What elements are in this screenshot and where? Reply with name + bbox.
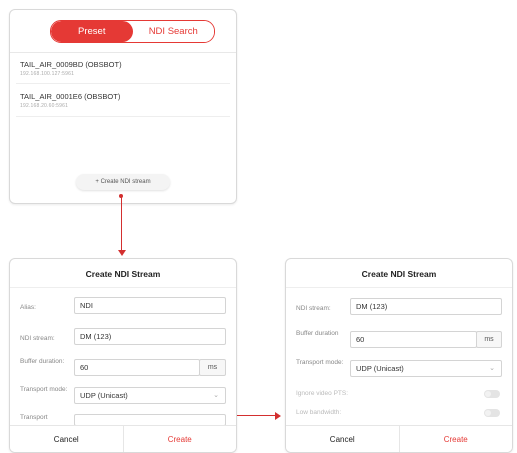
buffer-duration-field[interactable]: 60	[350, 331, 477, 348]
create-ndi-stream-dialog-left: Create NDI Stream Alias: NDI NDI stream:…	[9, 258, 237, 453]
device-item[interactable]: TAIL_AIR_0009BD (OBSBOT) 192.168.100.127…	[20, 60, 122, 77]
divider	[286, 287, 512, 288]
ignore-video-pts-toggle[interactable]	[484, 390, 500, 398]
ndi-stream-field[interactable]: DM (123)	[350, 298, 502, 315]
divider	[16, 83, 230, 84]
alias-label: Alias:	[20, 304, 36, 311]
tab-ndi-search[interactable]: NDI Search	[132, 21, 214, 42]
dialog-footer: Cancel Create	[10, 425, 236, 452]
device-ip: 192.168.20.60:5961	[20, 103, 69, 109]
device-item[interactable]: TAIL_AIR_0001E6 (OBSBOT) 192.168.20.60:5…	[20, 92, 120, 109]
chevron-down-icon: ⌄	[213, 392, 219, 399]
transport-mode-label: Transport mode:	[20, 386, 68, 393]
divider	[16, 116, 230, 117]
device-list-panel: Preset NDI Search TAIL_AIR_0009BD (OBSBO…	[9, 9, 237, 204]
transport-mode-label: Transport mode:	[296, 359, 344, 366]
low-bandwidth-label: Low bandwidth:	[296, 409, 342, 416]
device-ip: 192.168.100.127:5961	[20, 71, 75, 77]
ndi-stream-label: NDI stream:	[20, 335, 55, 342]
device-name: TAIL_AIR_0009BD (OBSBOT)	[20, 60, 122, 69]
dialog-footer: Cancel Create	[286, 425, 512, 452]
ndi-stream-field[interactable]: DM (123)	[74, 328, 226, 345]
create-button[interactable]: Create	[124, 426, 237, 452]
alias-field[interactable]: NDI	[74, 297, 226, 314]
transport-mode-select[interactable]: UDP (Unicast) ⌄	[350, 360, 502, 377]
transport-label-partial: Transport	[20, 414, 48, 421]
dialog-title: Create NDI Stream	[85, 269, 161, 279]
create-ndi-stream-dialog-right: Create NDI Stream NDI stream: DM (123) B…	[285, 258, 513, 453]
cancel-button[interactable]: Cancel	[10, 426, 124, 452]
buffer-unit: ms	[476, 331, 502, 348]
buffer-duration-label: Buffer duration	[296, 330, 339, 337]
tab-preset[interactable]: Preset	[51, 21, 133, 42]
flow-connector-vertical	[121, 196, 122, 251]
buffer-unit: ms	[199, 359, 226, 376]
transport-mode-value: UDP (Unicast)	[356, 364, 404, 373]
ndi-stream-label: NDI stream:	[296, 305, 331, 312]
buffer-duration-field[interactable]: 60	[74, 359, 200, 376]
source-tab-switch: Preset NDI Search	[50, 20, 215, 43]
create-ndi-stream-button[interactable]: + Create NDI stream	[76, 174, 170, 190]
arrow-right-icon	[275, 412, 281, 420]
cancel-button[interactable]: Cancel	[286, 426, 400, 452]
transport-mode-value: UDP (Unicast)	[80, 391, 128, 400]
create-button[interactable]: Create	[400, 426, 513, 452]
low-bandwidth-toggle[interactable]	[484, 409, 500, 417]
buffer-duration-label: Buffer duration:	[20, 358, 65, 365]
transport-mode-select[interactable]: UDP (Unicast) ⌄	[74, 387, 226, 404]
device-name: TAIL_AIR_0001E6 (OBSBOT)	[20, 92, 121, 101]
divider	[10, 52, 236, 53]
chevron-down-icon: ⌄	[489, 365, 495, 372]
divider	[10, 287, 236, 288]
dialog-title: Create NDI Stream	[361, 269, 437, 279]
ignore-video-pts-label: Ignore video PTS:	[296, 390, 349, 397]
arrow-down-icon	[118, 250, 126, 256]
